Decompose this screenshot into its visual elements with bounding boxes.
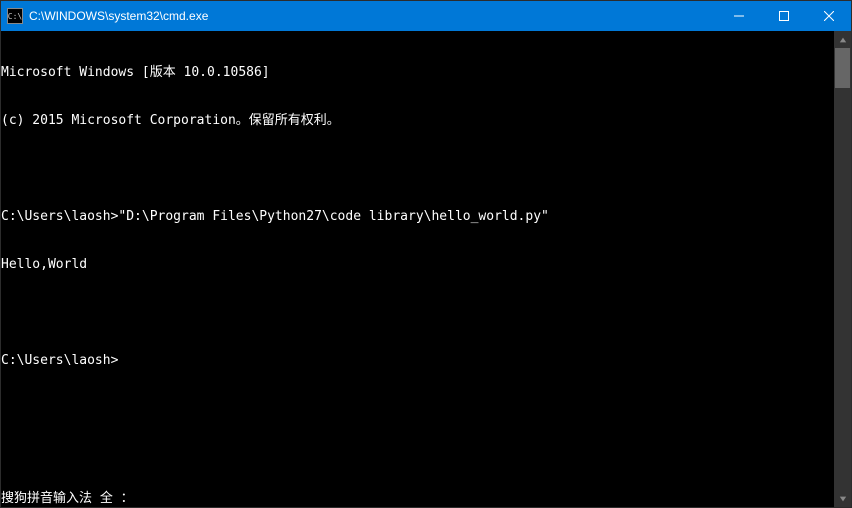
console-line: Microsoft Windows [版本 10.0.10586]	[1, 65, 834, 81]
titlebar[interactable]: C:\ C:\WINDOWS\system32\cmd.exe	[1, 1, 851, 31]
console-line: C:\Users\laosh>	[1, 353, 834, 369]
maximize-icon	[779, 11, 789, 21]
cmd-icon-text: C:\	[8, 12, 22, 21]
scroll-up-button[interactable]	[834, 31, 851, 48]
content-area: Microsoft Windows [版本 10.0.10586] (c) 20…	[1, 31, 851, 507]
console-line	[1, 161, 834, 177]
ime-status-bar: 搜狗拼音输入法 全 ：	[1, 491, 134, 507]
console-line: (c) 2015 Microsoft Corporation。保留所有权利。	[1, 113, 834, 129]
chevron-up-icon	[839, 36, 847, 44]
cmd-icon: C:\	[7, 8, 23, 24]
minimize-button[interactable]	[716, 1, 761, 31]
scroll-down-button[interactable]	[834, 490, 851, 507]
close-icon	[824, 11, 834, 21]
minimize-icon	[734, 11, 744, 21]
cmd-window: C:\ C:\WINDOWS\system32\cmd.exe Microsof…	[0, 0, 852, 508]
window-title: C:\WINDOWS\system32\cmd.exe	[29, 9, 716, 23]
maximize-button[interactable]	[761, 1, 806, 31]
scroll-thumb[interactable]	[835, 48, 850, 88]
console-line: Hello,World	[1, 257, 834, 273]
chevron-down-icon	[839, 495, 847, 503]
close-button[interactable]	[806, 1, 851, 31]
console-output[interactable]: Microsoft Windows [版本 10.0.10586] (c) 20…	[1, 31, 834, 507]
window-controls	[716, 1, 851, 31]
vertical-scrollbar[interactable]	[834, 31, 851, 507]
console-line	[1, 305, 834, 321]
console-line: C:\Users\laosh>"D:\Program Files\Python2…	[1, 209, 834, 225]
